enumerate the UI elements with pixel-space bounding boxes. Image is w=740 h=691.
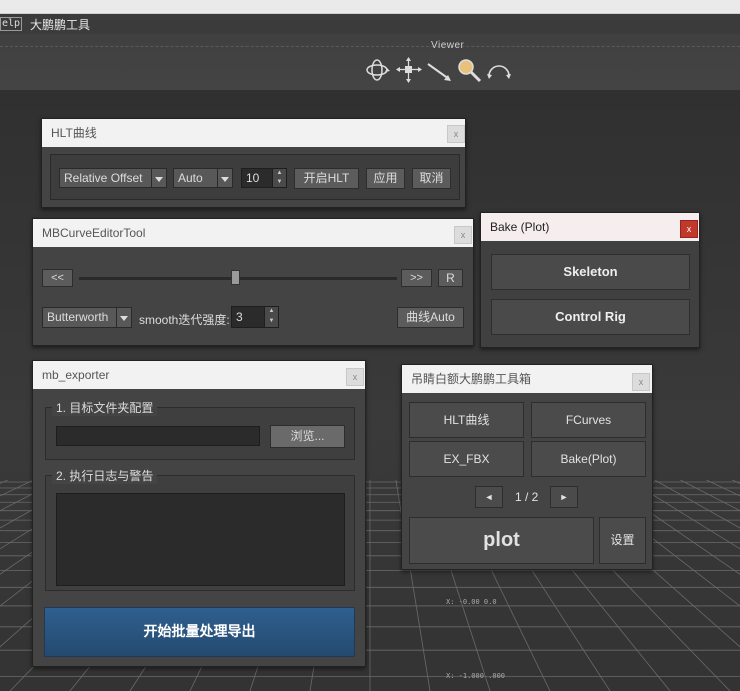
group-title: 1. 目标文件夹配置	[52, 399, 158, 416]
mbcurve-panel: MBCurveEditorTool x << >> R Butterworth …	[32, 218, 474, 346]
menu-dapengpeng-tools[interactable]: 大鹏鹏工具	[30, 16, 90, 33]
open-hlt-button[interactable]: 开启HLT	[294, 168, 359, 189]
chevron-down-icon	[151, 169, 166, 187]
target-folder-input[interactable]	[56, 426, 260, 446]
hud-readout-2: X: -1.000 .000	[446, 672, 506, 680]
spin-up-icon[interactable]: ▲	[272, 169, 286, 178]
prev-page-icon[interactable]: ◄	[475, 486, 503, 508]
plot-button[interactable]: plot	[409, 517, 594, 564]
window-top-strip	[0, 0, 740, 14]
bake-plot-panel: Bake (Plot) x Skeleton Control Rig	[480, 212, 700, 348]
menu-help[interactable]: elp	[0, 17, 22, 31]
toolbox-exfbx-button[interactable]: EX_FBX	[409, 441, 524, 477]
hlt-spin-value: 10	[246, 171, 260, 185]
cancel-button[interactable]: 取消	[412, 168, 451, 189]
filter-value: Butterworth	[47, 310, 109, 324]
toolbox-bake-plot-button[interactable]: Bake(Plot)	[531, 441, 646, 477]
panel-title: Bake (Plot)	[481, 213, 699, 241]
browse-button[interactable]: 浏览...	[270, 425, 345, 448]
group-title: 2. 执行日志与警告	[52, 467, 158, 484]
panel-title: 吊睛白额大鹏鹏工具箱	[402, 365, 652, 393]
start-batch-export-button[interactable]: 开始批量处理导出	[44, 607, 355, 657]
toolbox-panel: 吊睛白额大鹏鹏工具箱 x HLT曲线 FCurves EX_FBX Bake(P…	[401, 364, 653, 570]
auto-value: Auto	[178, 171, 203, 185]
filter-dropdown[interactable]: Butterworth	[42, 307, 132, 328]
spin-down-icon[interactable]: ▼	[272, 178, 286, 187]
target-folder-group: 1. 目标文件夹配置 浏览...	[45, 399, 355, 460]
spin-up-icon[interactable]: ▲	[264, 307, 278, 317]
next-key-button[interactable]: >>	[401, 269, 432, 287]
toolbox-fcurves-button[interactable]: FCurves	[531, 402, 646, 438]
smooth-spinbox[interactable]: 3 ▲ ▼	[231, 306, 279, 328]
viewer-divider	[0, 46, 740, 47]
orbit-icon[interactable]	[364, 56, 392, 84]
spin-down-icon[interactable]: ▼	[264, 317, 278, 327]
pan-icon[interactable]	[395, 56, 423, 84]
undo-view-icon[interactable]	[485, 56, 513, 84]
apply-button[interactable]: 应用	[366, 168, 405, 189]
hud-readout-1: X: -0.00 0.0	[446, 598, 497, 606]
panel-title: HLT曲线	[42, 119, 465, 147]
hlt-controls-frame: Relative Offset Auto 10 ▲ ▼ 开启HLT 应用 取消	[50, 154, 460, 200]
panel-title: mb_exporter	[33, 361, 365, 389]
log-textarea[interactable]	[56, 493, 345, 586]
hlt-value-spinbox[interactable]: 10 ▲ ▼	[241, 168, 287, 188]
offset-mode-value: Relative Offset	[64, 171, 143, 185]
log-group: 2. 执行日志与警告	[45, 467, 355, 591]
next-page-icon[interactable]: ►	[550, 486, 578, 508]
smooth-label: smooth迭代强度:	[139, 313, 230, 327]
toolbox-hlt-button[interactable]: HLT曲线	[409, 402, 524, 438]
viewer-label: Viewer	[431, 40, 465, 51]
zoom-icon[interactable]	[455, 56, 483, 84]
curve-auto-button[interactable]: 曲线Auto	[397, 307, 464, 328]
offset-mode-dropdown[interactable]: Relative Offset	[59, 168, 167, 188]
auto-dropdown[interactable]: Auto	[173, 168, 233, 188]
hlt-panel: HLT曲线 x Relative Offset Auto 10 ▲ ▼ 开启HL…	[41, 118, 466, 208]
close-icon[interactable]: x	[346, 368, 364, 386]
menu-bar: elp 大鹏鹏工具	[0, 14, 740, 34]
panel-title: MBCurveEditorTool	[33, 219, 473, 247]
bake-control-rig-button[interactable]: Control Rig	[491, 299, 690, 335]
page-indicator: 1 / 2	[515, 490, 539, 504]
smooth-value: 3	[236, 310, 243, 324]
chevron-down-icon	[116, 308, 131, 327]
close-icon[interactable]: x	[447, 125, 465, 143]
prev-key-button[interactable]: <<	[42, 269, 73, 287]
chevron-down-icon	[217, 169, 232, 187]
close-icon[interactable]: x	[632, 373, 650, 391]
reset-button[interactable]: R	[438, 269, 463, 287]
mb-exporter-panel: mb_exporter x 1. 目标文件夹配置 浏览... 2. 执行日志与警…	[32, 360, 366, 667]
settings-button[interactable]: 设置	[599, 517, 646, 564]
close-icon[interactable]: x	[454, 226, 472, 244]
blend-slider-handle[interactable]	[230, 270, 240, 285]
close-icon[interactable]: x	[680, 220, 698, 238]
dolly-icon[interactable]	[425, 56, 453, 84]
bake-skeleton-button[interactable]: Skeleton	[491, 254, 690, 290]
